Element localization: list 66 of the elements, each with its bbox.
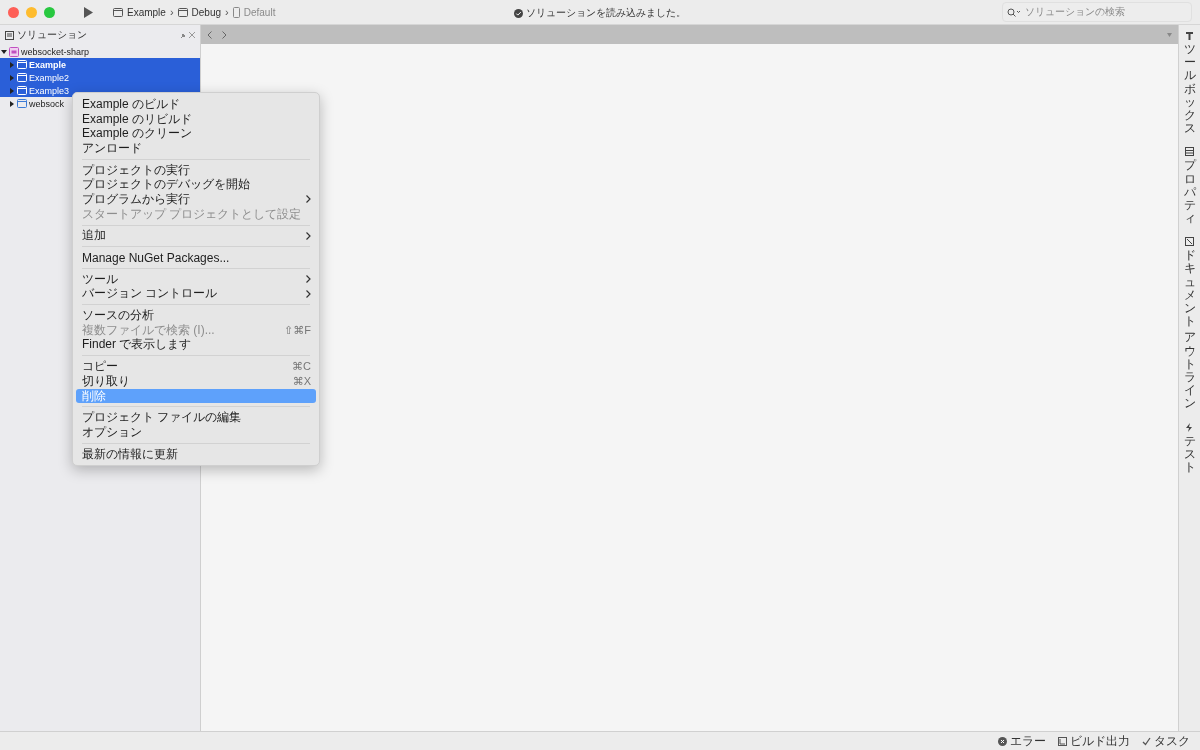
close-button[interactable] (8, 6, 19, 18)
tree-item-label[interactable]: websock (29, 98, 64, 109)
side-pad-tab[interactable]: アウトライン (1183, 331, 1196, 411)
tree-item-label[interactable]: Example2 (29, 72, 70, 83)
menu-item[interactable]: プログラムから実行 (76, 192, 316, 207)
menu-item[interactable]: 最新の情報に更新 (76, 446, 316, 462)
tree-item-label[interactable]: websocket-sharp (21, 46, 90, 57)
menu-item[interactable]: プロジェクトの実行 (76, 162, 316, 178)
tree-item-label[interactable]: Example3 (29, 85, 70, 96)
menu-item[interactable]: プロジェクトのデバッグを開始 (76, 177, 316, 193)
menu-item[interactable]: Example のビルド (76, 97, 316, 112)
submenu-chevron-icon (306, 231, 311, 240)
dropdown-icon[interactable] (1167, 32, 1172, 37)
checkmark-icon (1142, 736, 1151, 746)
outline-icon (1185, 237, 1194, 247)
breadcrumb-separator: › (225, 6, 229, 18)
side-pad-tab[interactable]: ドキュメント (1183, 249, 1196, 329)
side-pad-tab[interactable]: ツールボックス (1183, 43, 1196, 136)
menu-item[interactable]: ソースの分析 (76, 308, 316, 323)
status-bar-item[interactable]: タスク (1154, 732, 1190, 750)
menu-item[interactable]: 切り取り ⌘X (76, 374, 316, 389)
output-icon (1058, 736, 1067, 746)
collapse-arrow-icon[interactable] (1, 48, 7, 55)
solution-icon (9, 46, 19, 57)
side-pad-tab[interactable]: プロパティ (1183, 159, 1196, 226)
phone-icon (232, 6, 240, 18)
breadcrumb-item[interactable]: Example (127, 6, 166, 18)
menu-item[interactable]: Example のクリーン (76, 126, 316, 142)
zoom-button[interactable] (44, 6, 55, 18)
menu-item[interactable]: Example のリビルド (76, 111, 316, 127)
project-icon (17, 73, 27, 82)
menu-item[interactable]: バージョン コントロール (76, 286, 316, 302)
menu-item[interactable]: Manage NuGet Packages... (76, 250, 316, 265)
menu-item[interactable]: ツール (76, 271, 316, 287)
breadcrumb-item[interactable]: Debug (191, 6, 222, 18)
back-icon[interactable] (207, 30, 212, 39)
menu-item[interactable]: コピー ⌘C (76, 359, 316, 374)
close-icon[interactable] (189, 32, 195, 38)
project-icon (17, 60, 27, 69)
status-bar-item[interactable]: エラー (1010, 732, 1046, 750)
checkmark-circle-icon (514, 8, 523, 18)
breadcrumb-separator: › (169, 6, 174, 18)
side-pad-tab[interactable]: テスト (1183, 434, 1196, 475)
status-bar-item[interactable]: ビルド出力 (1070, 732, 1130, 750)
text-tool-icon (1185, 31, 1194, 40)
list-icon (1185, 147, 1194, 157)
submenu-chevron-icon (306, 195, 311, 204)
project-icon (17, 86, 27, 95)
lightning-icon (1185, 422, 1194, 432)
menu-item[interactable]: 追加 (76, 228, 316, 244)
project-icon (17, 99, 27, 108)
forward-icon[interactable] (222, 30, 227, 39)
window-icon (177, 7, 188, 17)
tree-item-label[interactable]: Example (29, 59, 67, 70)
status-message: ソリューションを読み込みました。 (526, 6, 686, 20)
pad-title: ソリューション (17, 28, 87, 42)
menu-item[interactable]: アンロード (76, 141, 316, 156)
solution-pad-icon (5, 30, 14, 40)
menu-item[interactable]: オプション (76, 425, 316, 440)
search-icon (1007, 7, 1021, 17)
error-icon (998, 736, 1007, 746)
window-icon (113, 7, 123, 17)
menu-item[interactable]: プロジェクト ファイルの編集 (76, 410, 316, 426)
pin-icon[interactable] (181, 32, 186, 38)
play-icon[interactable] (84, 6, 93, 18)
menu-item[interactable]: Finder で表示します (76, 337, 316, 353)
